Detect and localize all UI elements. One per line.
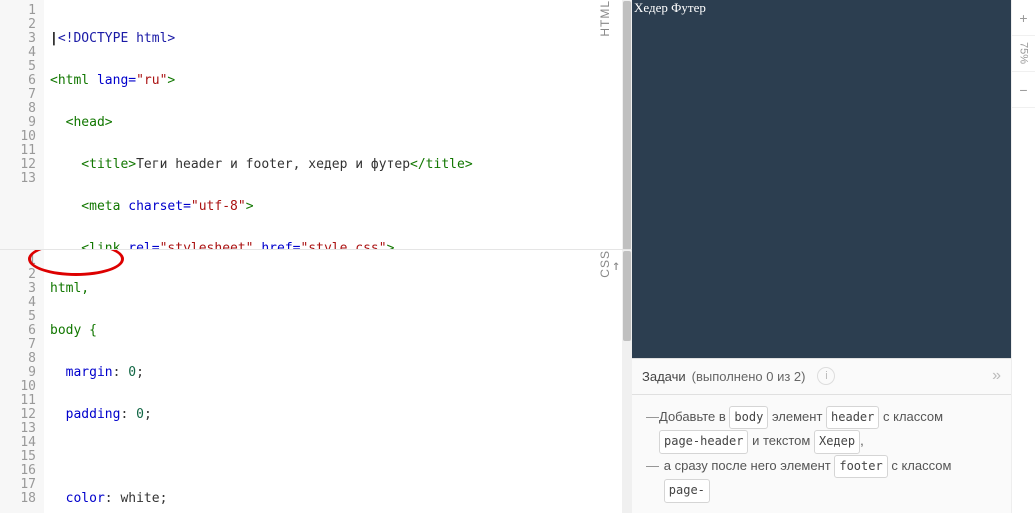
css-gutter: 123456789101112131415161718 xyxy=(0,250,44,513)
html-editor[interactable]: 12345678910111213 |<!DOCTYPE html> <html… xyxy=(0,0,632,250)
tasks-progress: (выполнено 0 из 2) xyxy=(692,369,806,384)
zoom-out-button[interactable]: − xyxy=(1012,72,1035,108)
css-code[interactable]: html, body { margin: 0; padding: 0; colo… xyxy=(44,250,618,513)
zoom-in-button[interactable]: + xyxy=(1012,0,1035,36)
zoom-controls: + 75% − xyxy=(1011,0,1035,513)
html-gutter: 12345678910111213 xyxy=(0,0,44,249)
css-pane-label: CSS xyxy=(596,250,614,513)
tasks-body: — Добавьте в body элемент header с класс… xyxy=(632,395,1011,513)
preview-text: Хедер Футер xyxy=(634,0,706,15)
html-code[interactable]: |<!DOCTYPE html> <html lang="ru"> <head>… xyxy=(44,0,618,249)
html-scrollbar[interactable] xyxy=(622,0,632,249)
html-pane-label: HTML xyxy=(596,0,614,249)
zoom-level: 75% xyxy=(1012,36,1035,72)
css-scrollbar[interactable] xyxy=(622,250,632,513)
tasks-title: Задачи xyxy=(642,369,686,384)
tasks-header[interactable]: Задачи (выполнено 0 из 2) i » xyxy=(632,358,1011,394)
css-editor[interactable]: 123456789101112131415161718 html, body {… xyxy=(0,250,632,513)
expand-arrow-icon[interactable]: ↑ xyxy=(612,258,632,278)
collapse-icon[interactable]: » xyxy=(992,367,1001,385)
task-row: — а сразу после него элемент footer с кл… xyxy=(646,454,997,503)
task-row: — Добавьте в body элемент header с класс… xyxy=(646,405,997,454)
info-icon[interactable]: i xyxy=(817,367,835,385)
preview-pane: Хедер Футер xyxy=(632,0,1011,358)
